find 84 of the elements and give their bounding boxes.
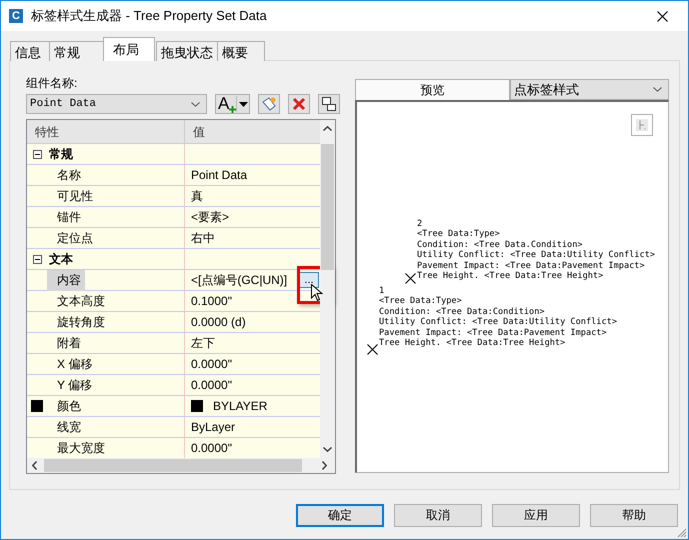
property-name[interactable]: 最大宽度 [47,438,109,458]
scroll-left-icon[interactable] [32,461,37,470]
tab[interactable]: 常规 [49,41,105,61]
dialog-button[interactable]: 应用 [492,504,580,527]
property-name[interactable]: X 偏移 [47,354,96,374]
label-text: <Tree Data:Type> [379,296,462,307]
property-name[interactable]: 颜色 [47,396,85,416]
property-name[interactable]: 锚件 [47,206,85,228]
scrollbar-thumb[interactable] [44,459,302,472]
tab[interactable]: 布局 [103,37,155,61]
tab[interactable]: 概要 [217,41,265,61]
label-text: Utility Conflict: <Tree Data:Utility Conflict> [417,250,655,261]
property-value: BYLAYER [213,399,268,413]
add-text-button[interactable]: A [215,94,250,114]
mouse-cursor-icon [311,284,323,302]
anchor-mark-icon [367,344,378,356]
extents-icon [636,119,648,131]
property-name[interactable]: 附着 [47,332,85,354]
label-text: Pavement Impact: <Tree Data:Pavement Impact> [417,260,645,271]
property-value: 0.1000" [191,294,232,308]
property-value: 右中 [191,230,215,246]
property-value: 0.0000" [191,357,232,371]
label-text: <Tree Data:Type> [417,229,500,240]
label-text: 1 [379,286,384,296]
label-text: Tree Height. <Tree Data:Tree Height> [379,338,566,348]
ellipsis-button[interactable]: ... [299,272,319,288]
group-header: 常规 [48,146,74,162]
property-name[interactable]: Y 偏移 [47,374,96,396]
delete-icon [291,96,307,112]
group-header: 文本 [48,250,74,268]
tag-icon [261,96,277,112]
app-icon: C [9,9,23,23]
property-name[interactable]: 线宽 [47,416,85,438]
tag-button[interactable] [258,94,280,114]
label-text: 2 [417,219,422,230]
property-value: 左下 [191,334,215,352]
property-name[interactable]: 定位点 [47,228,97,248]
field-label: 组件名称: [26,75,78,92]
property-value: 0.0000 (d) [191,315,246,329]
scrollbar-thumb[interactable] [321,144,334,270]
column-header: 值 [192,124,206,141]
property-name[interactable]: 可见性 [47,186,97,206]
property-value: 0.0000" [191,441,232,455]
windows-icon [321,96,337,112]
style-dropdown[interactable]: 点标签样式 [510,79,669,100]
resize-grip-icon[interactable] [677,528,687,538]
collapse-icon[interactable] [32,254,42,264]
scroll-up-icon[interactable] [323,126,332,131]
dialog-button[interactable]: 帮助 [590,504,678,527]
label-text: Utility Conflict: <Tree Data:Utility Conflict> [379,317,617,328]
label-text: Tree Height. <Tree Data:Tree Height> [417,270,604,282]
label-text: Condition: <Tree Data.Condition> [417,240,583,250]
window-title: 标签样式生成器 - Tree Property Set Data [31,7,268,25]
anchor-mark-icon [405,273,416,284]
scroll-down-icon[interactable] [323,447,332,452]
tab[interactable]: 信息 [10,41,50,61]
property-name[interactable]: 文本高度 [47,290,109,312]
dialog-button[interactable]: 确定 [296,504,384,527]
dialog-button[interactable]: 取消 [394,504,482,527]
property-name[interactable]: 内容 [47,270,85,290]
tab[interactable]: 拖曳状态 [156,41,218,61]
chevron-down-icon [191,102,200,106]
extents-button[interactable] [631,114,653,136]
scroll-right-icon[interactable] [322,461,327,470]
property-value: Point Data [191,168,248,182]
property-value: <要素> [191,208,230,226]
preview-tab[interactable]: 预览 [355,79,510,100]
collapse-icon[interactable] [32,150,42,158]
windows-button[interactable] [318,94,340,114]
property-value: <[点编号(GC|UN)] [191,272,288,288]
component-dropdown[interactable]: Point Data [26,94,207,114]
property-value: 0.0000" [191,378,232,392]
close-icon[interactable] [657,10,668,22]
property-value: ByLayer [191,420,236,434]
property-name[interactable]: 旋转角度 [47,312,109,332]
label-text: Condition: <Tree Data:Condition> [379,306,545,317]
caret-icon [239,102,248,107]
delete-button[interactable] [288,94,310,114]
chevron-down-icon [653,87,662,92]
column-header: 特性 [27,120,185,143]
plus-icon [229,106,236,112]
property-value: 真 [191,188,203,204]
label-text: Pavement Impact: <Tree Data:Pavement Impact> [379,328,607,338]
property-name[interactable]: 名称 [47,164,85,186]
